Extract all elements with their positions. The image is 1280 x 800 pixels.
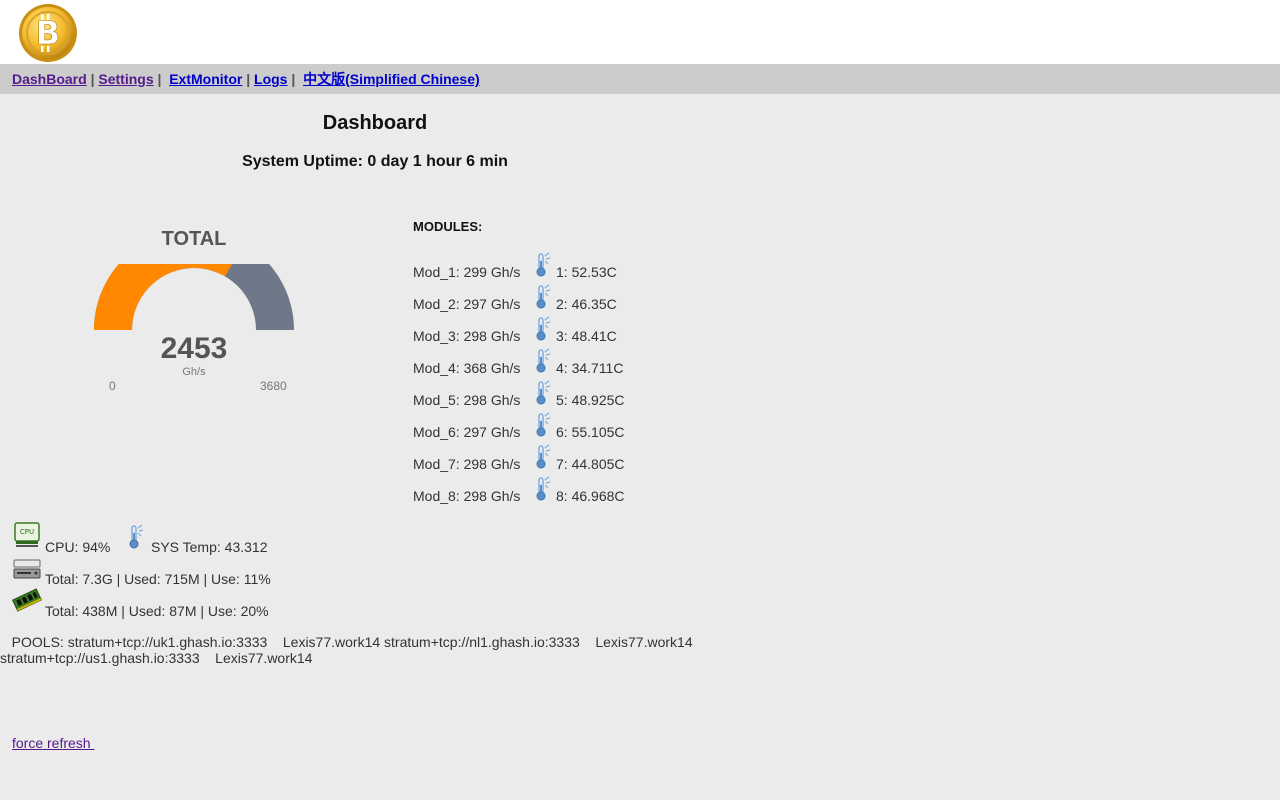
- gauge-unit: Gh/s: [182, 366, 206, 378]
- module-hashrate: Mod_8: 298 Gh/s: [413, 488, 521, 504]
- module-temp: 7: 44.805C: [556, 456, 625, 472]
- gauge-max: 3680: [260, 379, 287, 393]
- bitcoin-logo: B: [19, 4, 77, 62]
- module-hashrate: Mod_7: 298 Gh/s: [413, 456, 521, 472]
- nav-settings-link[interactable]: Settings: [98, 71, 153, 87]
- pools-info: POOLS: stratum+tcp://uk1.ghash.io:3333 L…: [0, 634, 697, 666]
- system-uptime: System Uptime: 0 day 1 hour 6 min: [242, 153, 508, 170]
- total-hashrate-gauge: TOTAL 2453 Gh/s 0 3680: [90, 226, 300, 396]
- gauge-min: 0: [109, 379, 116, 393]
- thermometer-icon: [535, 380, 551, 409]
- thermometer-icon: [128, 524, 144, 555]
- cpu-icon: CPU: [14, 522, 40, 547]
- page-title: Dashboard: [322, 112, 428, 134]
- module-hashrate: Mod_3: 298 Gh/s: [413, 328, 521, 344]
- gauge-dial: [94, 264, 294, 330]
- modules-title: MODULES:: [413, 219, 483, 234]
- thermometer-icon: [535, 284, 551, 313]
- disk-icon: [13, 559, 41, 579]
- module-temp: 8: 46.968C: [556, 488, 625, 504]
- gauge-value: 2453: [160, 332, 228, 365]
- nav-bar: DashBoard | Settings | ExtMonitor | Logs…: [0, 64, 1280, 94]
- disk-usage: Total: 7.3G | Used: 715M | Use: 11%: [45, 571, 271, 587]
- thermometer-icon: [535, 476, 551, 505]
- svg-text:CPU: CPU: [20, 528, 34, 536]
- nav-logs-link[interactable]: Logs: [254, 71, 287, 87]
- thermometer-icon: [535, 348, 551, 377]
- thermometer-icon: [535, 412, 551, 441]
- memory-usage: Total: 438M | Used: 87M | Use: 20%: [45, 603, 269, 619]
- thermometer-icon: [535, 316, 551, 345]
- thermometer-icon: [535, 444, 551, 473]
- module-hashrate: Mod_5: 298 Gh/s: [413, 392, 521, 408]
- module-temp: 6: 55.105C: [556, 424, 625, 440]
- module-hashrate: Mod_1: 299 Gh/s: [413, 264, 521, 280]
- force-refresh-link[interactable]: force refresh: [12, 735, 94, 751]
- nav-chinese-link[interactable]: 中文版(Simplified Chinese): [303, 71, 480, 87]
- module-temp: 2: 46.35C: [556, 296, 617, 312]
- module-temp: 3: 48.41C: [556, 328, 617, 344]
- memory-icon: [12, 588, 42, 612]
- nav-dashboard-link[interactable]: DashBoard: [12, 71, 87, 87]
- nav-separator: |: [291, 71, 296, 87]
- module-temp: 1: 52.53C: [556, 264, 617, 280]
- cpu-usage: CPU: 94%: [45, 539, 111, 555]
- module-temp: 5: 48.925C: [556, 392, 625, 408]
- thermometer-icon: [535, 252, 551, 281]
- module-hashrate: Mod_6: 297 Gh/s: [413, 424, 521, 440]
- module-hashrate: Mod_4: 368 Gh/s: [413, 360, 521, 376]
- module-temp: 4: 34.711C: [556, 360, 624, 376]
- gauge-label: TOTAL: [161, 228, 227, 250]
- sys-temp: SYS Temp: 43.312: [151, 539, 268, 555]
- header: B: [0, 0, 1280, 64]
- nav-separator: |: [246, 71, 251, 87]
- gauge-fill: [94, 264, 233, 330]
- nav-separator: |: [90, 71, 95, 87]
- nav-extmonitor-link[interactable]: ExtMonitor: [169, 71, 242, 87]
- nav-separator: |: [157, 71, 162, 87]
- module-hashrate: Mod_2: 297 Gh/s: [413, 296, 521, 312]
